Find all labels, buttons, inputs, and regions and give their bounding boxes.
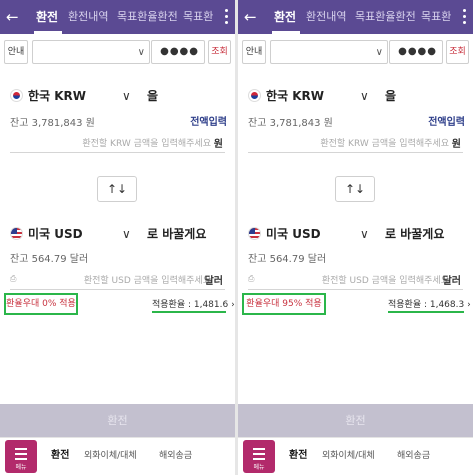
menu-button[interactable]: 메뉴 — [243, 440, 275, 473]
tab-exchange[interactable]: 환전 — [274, 0, 296, 34]
korea-flag-icon — [248, 89, 261, 102]
preferential-rate-badge: 환율우대 0% 적용 — [4, 293, 78, 315]
from-currency-row[interactable]: 한국 KRW ∨ 을 — [10, 86, 225, 106]
chevron-down-icon: ∨ — [137, 47, 145, 58]
swap-button[interactable]: ↑↓ — [97, 176, 137, 202]
account-row: 안내 ∨ ●●●● 조회 — [242, 40, 469, 64]
to-balance: 잔고 564.79 달러 — [248, 254, 327, 265]
chevron-down-icon[interactable]: ∨ — [360, 87, 369, 105]
from-particle: 을 — [147, 89, 159, 103]
tab-target-rate[interactable]: 목표환 — [183, 0, 213, 34]
preferential-rate-badge: 환율우대 95% 적용 — [242, 293, 326, 315]
from-currency-row[interactable]: 한국 KRW ∨ 을 — [248, 86, 463, 106]
from-amount-placeholder: 환전할 KRW 금액을 입력해주세요 — [320, 139, 449, 149]
exchange-button[interactable]: 환전 — [238, 404, 473, 437]
account-select[interactable]: ∨ — [270, 40, 388, 64]
from-amount-unit: 원 — [213, 139, 223, 150]
active-tab-indicator — [272, 31, 300, 34]
usa-flag-icon — [248, 227, 261, 240]
from-currency-name: 한국 KRW — [266, 89, 325, 103]
calculator-icon[interactable]: ⎙ — [248, 274, 254, 284]
inquiry-button[interactable]: 조회 — [446, 40, 469, 64]
tab-target-rate-exchange[interactable]: 목표환율환전 — [117, 0, 178, 34]
hamburger-icon — [15, 448, 27, 463]
back-arrow-icon[interactable]: ← — [244, 7, 260, 27]
to-currency-name: 미국 USD — [28, 227, 83, 241]
calculator-icon[interactable]: ⎙ — [10, 274, 16, 284]
applied-rate-highlight — [152, 311, 226, 313]
to-amount-placeholder: 환전할 USD 금액을 입력해주세요 — [321, 276, 449, 286]
tab-exchange-history[interactable]: 환전내역 — [306, 0, 346, 34]
account-row: 안내 ∨ ●●●● 조회 — [4, 40, 231, 64]
tab-exchange-history[interactable]: 환전내역 — [68, 0, 108, 34]
guide-button[interactable]: 안내 — [4, 40, 28, 64]
to-amount-unit: 달러 — [442, 276, 461, 287]
active-tab-indicator — [34, 31, 62, 34]
password-field[interactable]: ●●●● — [151, 40, 205, 64]
screen-right: ← 환전 환전내역 목표환율환전 목표환 안내 ∨ ●●●● 조회 한국 KRW… — [238, 0, 473, 475]
bottom-nav: 메뉴 환전 외화이체/대체 해외송금 — [238, 437, 473, 475]
nav-exchange[interactable]: 환전 — [289, 438, 307, 474]
account-select[interactable]: ∨ — [32, 40, 150, 64]
kebab-menu-icon[interactable] — [225, 9, 229, 25]
to-amount-placeholder: 환전할 USD 금액을 입력해주세요 — [83, 276, 211, 286]
back-arrow-icon[interactable]: ← — [6, 7, 22, 27]
top-bar: ← 환전 환전내역 목표환율환전 목표환 — [238, 0, 473, 34]
exchange-button[interactable]: 환전 — [0, 404, 235, 437]
guide-button[interactable]: 안내 — [242, 40, 266, 64]
from-amount-unit: 원 — [451, 139, 461, 150]
nav-foreign-transfer[interactable]: 외화이체/대체 — [84, 438, 137, 474]
applied-rate-link[interactable]: 적용환율 : 1,468.3 › — [388, 297, 471, 310]
nav-overseas-remittance[interactable]: 해외송금 — [159, 438, 192, 474]
to-amount-input[interactable]: ⎙ 환전할 USD 금액을 입력해주세요 달러 — [248, 270, 463, 290]
chevron-down-icon[interactable]: ∨ — [122, 225, 131, 243]
usa-flag-icon — [10, 227, 23, 240]
tab-target-rate-exchange[interactable]: 목표환율환전 — [355, 0, 416, 34]
swap-button[interactable]: ↑↓ — [335, 176, 375, 202]
kebab-menu-icon[interactable] — [463, 9, 467, 25]
nav-foreign-transfer[interactable]: 외화이체/대체 — [322, 438, 375, 474]
to-currency-name: 미국 USD — [266, 227, 321, 241]
bottom-nav: 메뉴 환전 외화이체/대체 해외송금 — [0, 437, 235, 475]
from-amount-placeholder: 환전할 KRW 금액을 입력해주세요 — [82, 139, 211, 149]
from-amount-input[interactable]: 환전할 KRW 금액을 입력해주세요 원 — [10, 133, 225, 153]
chevron-down-icon[interactable]: ∨ — [360, 225, 369, 243]
to-particle: 로 바꿀게요 — [147, 227, 207, 241]
from-particle: 을 — [385, 89, 397, 103]
top-bar: ← 환전 환전내역 목표환율환전 목표환 — [0, 0, 235, 34]
to-amount-unit: 달러 — [204, 276, 223, 287]
nav-exchange[interactable]: 환전 — [51, 438, 69, 474]
korea-flag-icon — [10, 89, 23, 102]
menu-label: 메뉴 — [15, 464, 27, 471]
inquiry-button[interactable]: 조회 — [208, 40, 231, 64]
screen-left: ← 환전 환전내역 목표환율환전 목표환 안내 ∨ ●●●● 조회 한국 KRW… — [0, 0, 235, 475]
chevron-down-icon: ∨ — [375, 47, 383, 58]
tab-target-rate[interactable]: 목표환 — [421, 0, 451, 34]
from-amount-input[interactable]: 환전할 KRW 금액을 입력해주세요 원 — [248, 133, 463, 153]
to-currency-row[interactable]: 미국 USD ∨ 로 바꿀게요 — [248, 224, 463, 244]
tab-exchange[interactable]: 환전 — [36, 0, 58, 34]
menu-label: 메뉴 — [253, 464, 265, 471]
password-field[interactable]: ●●●● — [389, 40, 443, 64]
from-currency-name: 한국 KRW — [28, 89, 87, 103]
to-amount-input[interactable]: ⎙ 환전할 USD 금액을 입력해주세요 달러 — [10, 270, 225, 290]
menu-button[interactable]: 메뉴 — [5, 440, 37, 473]
to-particle: 로 바꿀게요 — [385, 227, 445, 241]
full-input-link[interactable]: 전액입력 — [190, 113, 227, 128]
nav-overseas-remittance[interactable]: 해외송금 — [397, 438, 430, 474]
to-balance: 잔고 564.79 달러 — [10, 254, 89, 265]
hamburger-icon — [253, 448, 265, 463]
applied-rate-link[interactable]: 적용환율 : 1,481.6 › — [152, 297, 235, 310]
from-balance: 잔고 3,781,843 원 — [248, 118, 333, 129]
full-input-link[interactable]: 전액입력 — [428, 113, 465, 128]
applied-rate-highlight — [388, 311, 464, 313]
from-balance: 잔고 3,781,843 원 — [10, 118, 95, 129]
chevron-down-icon[interactable]: ∨ — [122, 87, 131, 105]
to-currency-row[interactable]: 미국 USD ∨ 로 바꿀게요 — [10, 224, 225, 244]
